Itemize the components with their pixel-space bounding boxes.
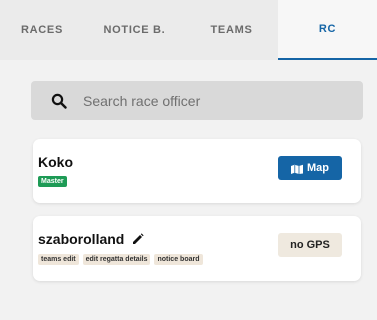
permission-badge-notice-board: notice board <box>154 254 203 265</box>
officer-card-szaborolland: szaborolland teams edit edit regatta det… <box>33 216 361 281</box>
officer-badges: Master <box>38 176 71 187</box>
permission-badge-teams-edit: teams edit <box>38 254 79 265</box>
pencil-icon[interactable] <box>132 233 144 245</box>
permission-badge-edit-regatta-details: edit regatta details <box>82 254 151 265</box>
gps-status-badge: no GPS <box>278 233 342 257</box>
officer-name: Koko <box>38 154 73 170</box>
search-input[interactable] <box>83 85 343 116</box>
master-badge: Master <box>38 176 67 187</box>
tab-teams[interactable]: TEAMS <box>185 0 278 60</box>
map-button[interactable]: Map <box>278 156 342 180</box>
tab-rc[interactable]: RC <box>278 0 377 60</box>
map-button-label: Map <box>307 162 329 174</box>
tab-bar: RACES NOTICE B. TEAMS RC <box>0 0 377 60</box>
search-bar <box>31 81 363 120</box>
officer-name: szaborolland <box>38 231 144 247</box>
officer-card-koko: Koko Master Map <box>33 139 361 203</box>
map-icon <box>291 164 303 174</box>
tab-notice-board[interactable]: NOTICE B. <box>84 0 185 60</box>
tab-races[interactable]: RACES <box>0 0 84 60</box>
search-icon <box>51 93 67 109</box>
officer-badges: teams edit edit regatta details notice b… <box>38 254 207 265</box>
